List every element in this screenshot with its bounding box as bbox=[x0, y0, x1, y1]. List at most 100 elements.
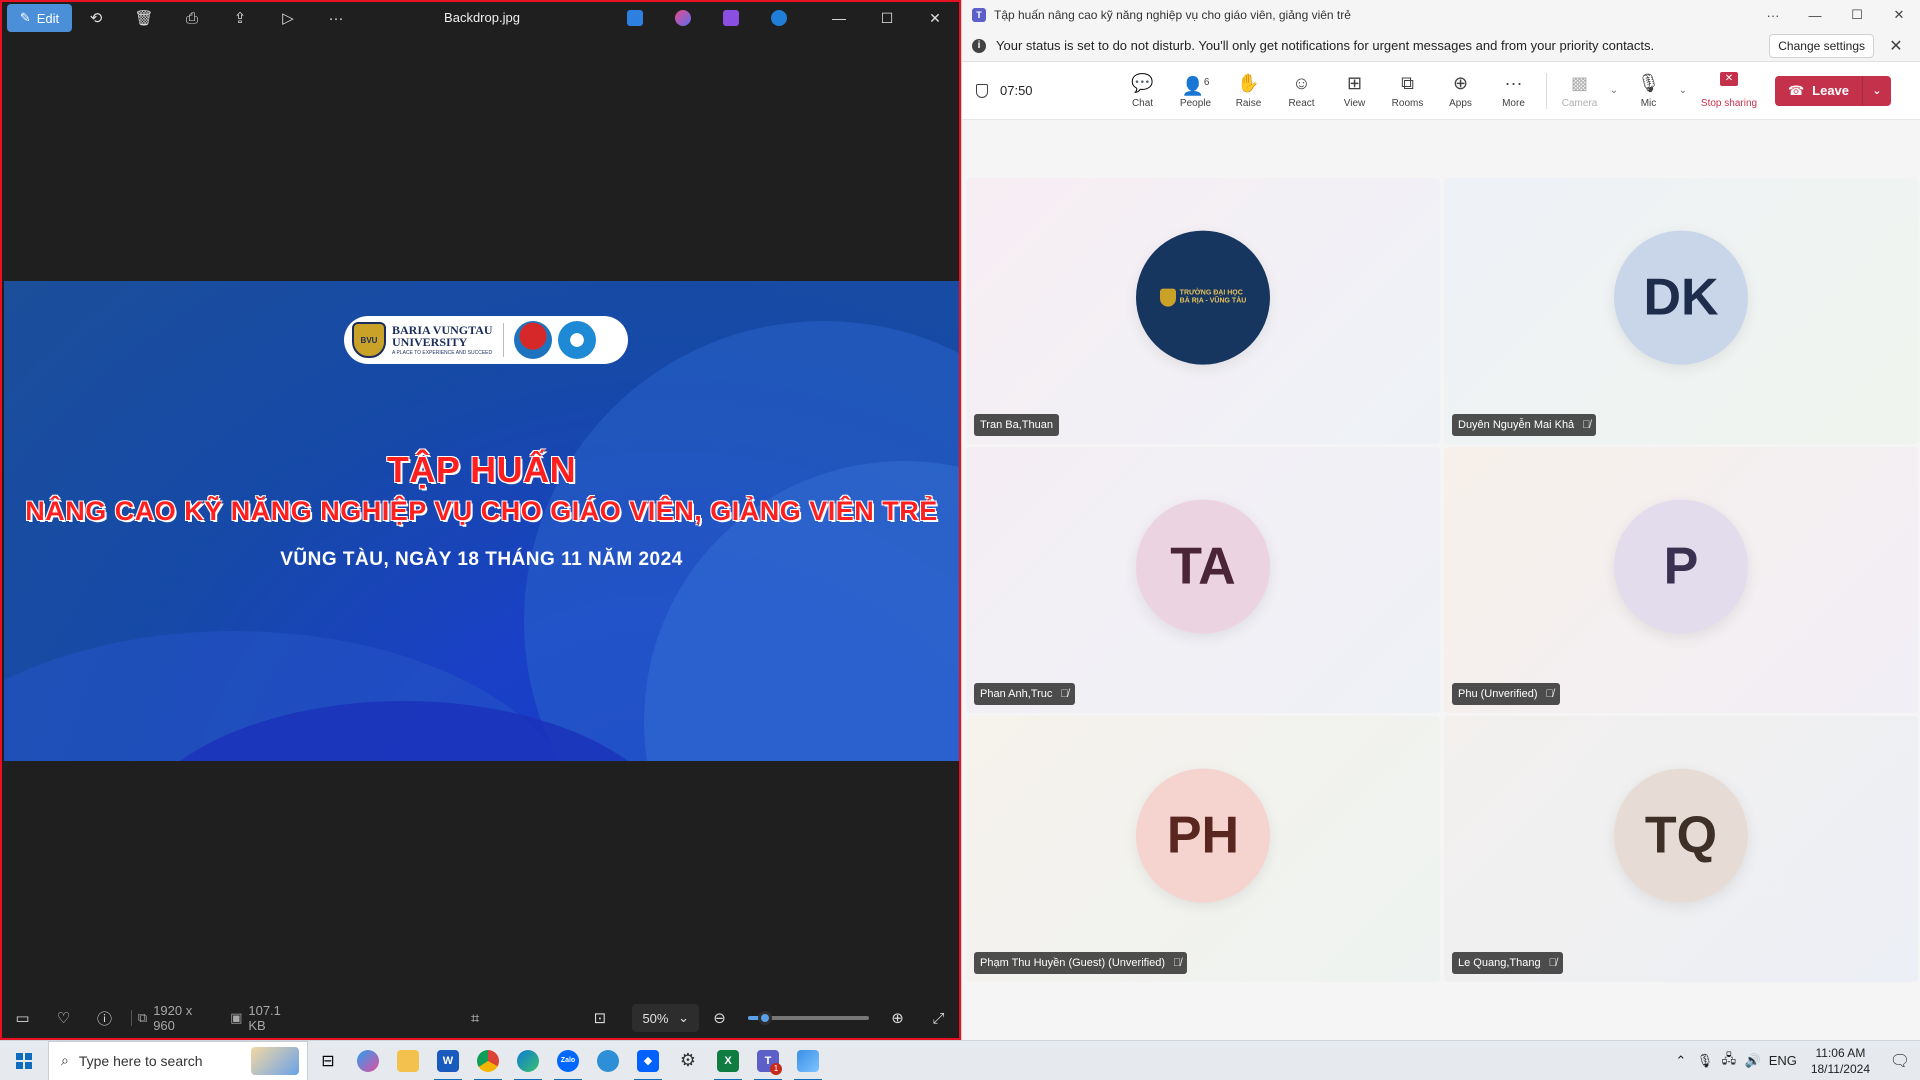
photos-toolbar: ✎ Edit ⟲ 🗑 ⎙ ⇪ ▷ ··· Backdrop.jpg — ☐ ✕ bbox=[2, 2, 959, 34]
participant-tile[interactable]: TA Phan Anh,Truc 🎙̸ bbox=[966, 447, 1440, 713]
tray-mic-button[interactable]: 🎙 bbox=[1693, 1053, 1717, 1069]
zoom-slider[interactable] bbox=[747, 1011, 870, 1025]
participant-name-text: Tran Ba,Thuan bbox=[980, 419, 1053, 431]
volume-button[interactable]: 🔊 bbox=[1741, 1053, 1765, 1069]
meeting-title: Tập huấn nâng cao kỹ năng nghiệp vụ cho … bbox=[994, 8, 1351, 22]
chrome-button[interactable] bbox=[468, 1041, 508, 1080]
share-button[interactable]: ⇪ bbox=[216, 2, 264, 34]
photo-editor-app-button[interactable] bbox=[611, 2, 659, 34]
participant-tile[interactable]: TQ Le Quang,Thang 🎙̸ bbox=[1444, 716, 1918, 982]
zoom-in-button[interactable]: ⊕ bbox=[877, 998, 918, 1038]
chat-bubble-icon: 🗨 bbox=[1889, 1052, 1911, 1070]
more-options-button[interactable]: ··· bbox=[312, 2, 360, 34]
mic-button[interactable]: 🎙 Mic bbox=[1622, 72, 1675, 109]
network-button[interactable]: 🖧 bbox=[1717, 1050, 1741, 1072]
leave-label: Leave bbox=[1812, 83, 1850, 98]
chevron-down-icon: ⌄ bbox=[1872, 85, 1882, 97]
participant-tile[interactable]: P Phu (Unverified) 🎙̸ bbox=[1444, 447, 1918, 713]
word-button[interactable]: W bbox=[428, 1041, 468, 1080]
microphone-icon: 🎙 bbox=[1696, 1052, 1714, 1068]
taskbar-search[interactable]: ⌕ Type here to search bbox=[48, 1040, 308, 1080]
onedrive-button[interactable] bbox=[755, 2, 803, 34]
teams-maximize-button[interactable]: ☐ bbox=[1836, 0, 1878, 30]
apps-button[interactable]: ⊕ Apps bbox=[1434, 72, 1487, 109]
rooms-button[interactable]: ⧉ Rooms bbox=[1381, 72, 1434, 109]
designer-app-button[interactable] bbox=[707, 2, 755, 34]
fit-to-window-button[interactable]: ⊡ bbox=[579, 998, 620, 1038]
edit-button[interactable]: ✎ Edit bbox=[7, 4, 72, 32]
edge-button[interactable] bbox=[508, 1041, 548, 1080]
view-button[interactable]: ⊞ View bbox=[1328, 72, 1381, 109]
mic-off-icon: 🎙̸ bbox=[1060, 688, 1069, 700]
zalo-button[interactable]: Zalo bbox=[548, 1041, 588, 1080]
filmstrip-icon: ▭ bbox=[15, 1010, 30, 1027]
more-actions-button[interactable]: ··· More bbox=[1487, 72, 1540, 109]
shield-icon bbox=[1159, 288, 1176, 307]
avatar-initials: DK bbox=[1643, 268, 1719, 327]
apps-label: Apps bbox=[1449, 98, 1472, 109]
minimize-button[interactable]: — bbox=[815, 2, 863, 34]
copilot-button[interactable] bbox=[348, 1041, 388, 1080]
camera-button[interactable]: ▩ Camera bbox=[1553, 72, 1606, 109]
chevron-down-icon: ⌄ bbox=[1678, 85, 1688, 96]
zoom-slider-thumb[interactable] bbox=[757, 1011, 772, 1025]
camera-options-button[interactable]: ⌄ bbox=[1606, 85, 1622, 96]
photos-taskbar-button[interactable] bbox=[788, 1041, 828, 1080]
file-explorer-button[interactable] bbox=[388, 1041, 428, 1080]
leave-button[interactable]: ☎ Leave ⌄ bbox=[1775, 75, 1891, 106]
teams-close-button[interactable]: ✕ bbox=[1878, 0, 1920, 30]
language-indicator[interactable]: ENG bbox=[1765, 1053, 1801, 1068]
leave-options-button[interactable]: ⌄ bbox=[1863, 84, 1891, 97]
notification-center-button[interactable]: 🗨 bbox=[1880, 1051, 1920, 1071]
change-settings-button[interactable]: Change settings bbox=[1769, 33, 1874, 58]
clock[interactable]: 11:06 AM 18/11/2024 bbox=[1811, 1045, 1870, 1077]
react-button[interactable]: ☺ React bbox=[1275, 72, 1328, 109]
chat-button[interactable]: 💬 Chat bbox=[1116, 72, 1169, 109]
participant-name: Phu (Unverified) 🎙̸ bbox=[1452, 683, 1560, 705]
participant-tile[interactable]: PH Phạm Thu Huyền (Guest) (Unverified) 🎙… bbox=[966, 716, 1440, 982]
show-hidden-icons-button[interactable]: ⌃ bbox=[1669, 1053, 1693, 1069]
print-button[interactable]: ⎙ bbox=[168, 2, 216, 34]
dropbox-button[interactable]: ◆ bbox=[628, 1041, 668, 1080]
zoom-value: 50% bbox=[642, 1010, 669, 1026]
banner-close-button[interactable]: ✕ bbox=[1882, 36, 1910, 56]
maximize-icon: ☐ bbox=[880, 9, 894, 26]
search-highlight-image bbox=[251, 1046, 299, 1075]
clipchamp-app-button[interactable] bbox=[659, 2, 707, 34]
settings-button[interactable]: ⚙ bbox=[668, 1041, 708, 1080]
zoom-out-button[interactable]: ⊖ bbox=[699, 998, 740, 1038]
leave-main[interactable]: ☎ Leave bbox=[1775, 75, 1863, 106]
teams-more-button[interactable]: ··· bbox=[1752, 0, 1794, 30]
excel-button[interactable]: X bbox=[708, 1041, 748, 1080]
maximize-button[interactable]: ☐ bbox=[863, 2, 911, 34]
system-tray: ⌃ 🎙 🖧 🔊 ENG 11:06 AM 18/11/2024 🗨 bbox=[1669, 1041, 1920, 1080]
favorite-button[interactable]: ♡ bbox=[43, 998, 84, 1038]
teams-minimize-button[interactable]: — bbox=[1794, 0, 1836, 30]
close-button[interactable]: ✕ bbox=[911, 2, 959, 34]
rotate-button[interactable]: ⟲ bbox=[72, 2, 120, 34]
info-icon: i bbox=[972, 38, 986, 53]
start-button[interactable] bbox=[0, 1041, 48, 1080]
windows-logo-icon bbox=[16, 1052, 32, 1069]
task-view-button[interactable]: ⊟ bbox=[308, 1041, 348, 1080]
slideshow-button[interactable]: ▷ bbox=[264, 2, 312, 34]
fullscreen-button[interactable]: ⤢ bbox=[918, 998, 959, 1038]
rotate-icon: ⟲ bbox=[89, 10, 103, 27]
desktop: ✎ Edit ⟲ 🗑 ⎙ ⇪ ▷ ··· Backdrop.jpg — ☐ ✕ bbox=[0, 0, 1920, 1080]
file-info-button[interactable]: ⓘ bbox=[84, 998, 125, 1038]
clipchamp-icon bbox=[675, 10, 691, 26]
mic-options-button[interactable]: ⌄ bbox=[1675, 85, 1691, 96]
network-app-button[interactable] bbox=[588, 1041, 628, 1080]
visual-search-button[interactable]: ⌗ bbox=[455, 998, 496, 1038]
delete-button[interactable]: 🗑 bbox=[120, 2, 168, 34]
zoom-level-dropdown[interactable]: 50% ⌄ bbox=[632, 1004, 699, 1032]
participant-name: Duyên Nguyễn Mai Khả 🎙̸ bbox=[1452, 414, 1597, 436]
raise-hand-button[interactable]: ✋ Raise bbox=[1222, 72, 1275, 109]
participant-tile[interactable]: DK Duyên Nguyễn Mai Khả 🎙̸ bbox=[1444, 178, 1918, 444]
backdrop-image: BVU BARIA VUNGTAU UNIVERSITY A PLACE TO … bbox=[4, 281, 959, 761]
filmstrip-button[interactable]: ▭ bbox=[2, 998, 43, 1038]
stop-sharing-button[interactable]: ✕ Stop sharing bbox=[1691, 72, 1767, 109]
teams-taskbar-button[interactable]: T 1 bbox=[748, 1041, 788, 1080]
people-button[interactable]: 👤6 People bbox=[1169, 72, 1222, 109]
participant-tile[interactable]: TRƯỜNG ĐẠI HỌC BÀ RỊA - VŨNG TÀU Tran Ba… bbox=[966, 178, 1440, 444]
